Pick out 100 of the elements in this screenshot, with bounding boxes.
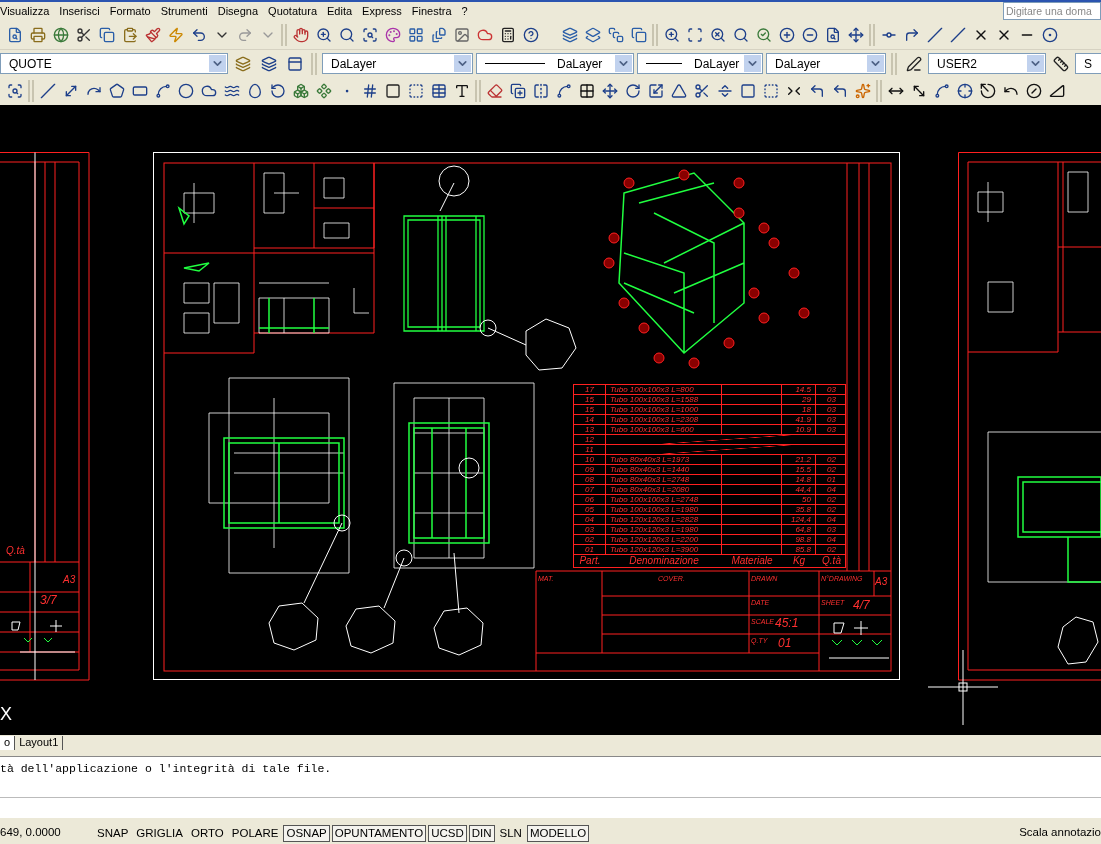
- part-weight: 14.5: [782, 385, 816, 395]
- part-quantity: 04: [826, 515, 837, 525]
- command-history-line: tà dell'applicazione o l'integrità di tale file.: [0, 761, 333, 777]
- part-number: 08: [574, 475, 606, 485]
- toolbar-grip[interactable]: [876, 80, 882, 102]
- part-number: 15: [574, 395, 606, 405]
- part-number: 02: [574, 535, 606, 545]
- status-toggle[interactable]: MODELLO: [526, 824, 590, 842]
- caret-icon: [744, 55, 761, 72]
- dimension-style-dropdown[interactable]: S: [1075, 53, 1101, 74]
- linetype-dropdown[interactable]: DaLayer: [476, 53, 634, 74]
- status-toggle[interactable]: GRIGLIA: [133, 824, 186, 842]
- color-dropdown[interactable]: DaLayer: [322, 53, 473, 74]
- part-weight: 21.2: [782, 455, 816, 465]
- status-toggle[interactable]: POLARE: [228, 824, 282, 842]
- toolbar-grip[interactable]: [311, 52, 317, 75]
- sheet-value: 3/7: [40, 592, 57, 609]
- menu-item[interactable]: Strumenti: [160, 2, 208, 20]
- part-description: Tubo 80x40x3 L=2748: [606, 475, 722, 485]
- part-description: Tubo 100x100x3 L=600: [606, 425, 722, 435]
- menu-item[interactable]: Disegna: [217, 2, 259, 20]
- menu-item[interactable]: Formato: [109, 2, 151, 20]
- part-quantity: 03: [826, 385, 837, 395]
- part-weight: 10.9: [782, 425, 816, 435]
- help-search-field[interactable]: Digitare una doma: [1003, 2, 1101, 20]
- column-header: Q.tà: [6, 544, 25, 558]
- part-number: 14: [574, 415, 606, 425]
- part-quantity: 04: [826, 485, 837, 495]
- part-number: 10: [574, 455, 606, 465]
- part-weight: 44,4: [782, 485, 816, 495]
- part-quantity: 02: [826, 545, 837, 555]
- toolbar-grip[interactable]: [281, 23, 287, 46]
- part-number: 07: [574, 485, 606, 495]
- part-number: 17: [574, 385, 606, 395]
- part-weight: 29: [782, 395, 816, 405]
- part-number: 09: [574, 465, 606, 475]
- part-quantity: 04: [826, 535, 837, 545]
- column-header: Materiale: [730, 555, 774, 567]
- part-number: 05: [574, 505, 606, 515]
- part-quantity: 03: [826, 405, 837, 415]
- part-number: 06: [574, 495, 606, 505]
- status-toggle[interactable]: UCSD: [428, 824, 467, 842]
- status-toggle[interactable]: OPUNTAMENTO: [331, 824, 427, 842]
- plot-style-dropdown[interactable]: DaLayer: [766, 53, 886, 74]
- column-header: Denominazione: [628, 555, 700, 567]
- toolbar-grip[interactable]: [869, 23, 875, 46]
- part-weight: 18: [782, 405, 816, 415]
- part-quantity: 02: [826, 455, 837, 465]
- caret-icon: [867, 55, 884, 72]
- column-header: Kg: [791, 555, 807, 567]
- part-weight: 85.8: [782, 545, 816, 555]
- part-weight: 50: [782, 495, 816, 505]
- menu-item[interactable]: Finestra: [411, 2, 452, 20]
- part-description: Tubo 80x40x3 L=1440: [606, 465, 722, 475]
- ucs-axis-label: X: [0, 703, 12, 726]
- menu-item[interactable]: Inserisci: [59, 2, 100, 20]
- part-quantity: 02: [826, 495, 837, 505]
- format-value: A3: [875, 575, 888, 589]
- scale-value: 45:1: [775, 615, 799, 632]
- part-weight: 14.8: [782, 475, 816, 485]
- part-quantity: 03: [826, 425, 837, 435]
- part-number: 04: [574, 515, 606, 525]
- text-style-dropdown[interactable]: USER2: [928, 53, 1046, 74]
- part-number: 13: [574, 425, 606, 435]
- status-toggle[interactable]: SNAP: [94, 824, 132, 842]
- part-description: Tubo 100x100x3 L=2308: [606, 415, 722, 425]
- menu-item[interactable]: ?: [461, 2, 468, 20]
- menu-item[interactable]: Express: [362, 2, 402, 20]
- status-toggle[interactable]: OSNAP: [283, 824, 330, 842]
- part-number: 11: [574, 445, 606, 455]
- part-weight: 41.9: [782, 415, 816, 425]
- column-header: Q.tà: [821, 555, 842, 567]
- part-number: 12: [574, 435, 606, 445]
- menu-item[interactable]: Edita: [327, 2, 353, 20]
- menu-item[interactable]: Quotatura: [268, 2, 317, 20]
- part-description: Tubo 100x100x3 L=2748: [606, 495, 722, 505]
- menu-item[interactable]: Visualizza: [0, 2, 50, 20]
- caret-icon: [454, 55, 471, 72]
- toolbar-grip[interactable]: [28, 80, 34, 102]
- toolbar-grip[interactable]: [475, 80, 481, 102]
- part-description: Tubo 100x100x3 L=1980: [606, 505, 722, 515]
- lineweight-dropdown[interactable]: DaLayer: [637, 53, 763, 74]
- part-quantity: 03: [826, 415, 837, 425]
- part-quantity: 02: [826, 465, 837, 475]
- toolbar-grip[interactable]: [652, 23, 658, 46]
- layer-dropdown[interactable]: QUOTE: [0, 53, 228, 74]
- part-weight: 98.8: [782, 535, 816, 545]
- part-quantity: 02: [826, 505, 837, 515]
- sheet-value: 4/7: [853, 597, 870, 614]
- column-header: Part.: [578, 555, 602, 567]
- caret-icon: [1027, 55, 1044, 72]
- status-toggle[interactable]: SLN: [496, 824, 525, 842]
- part-description: Tubo 80x40x3 L=1973: [606, 455, 722, 465]
- part-weight: 35.8: [782, 505, 816, 515]
- part-number: 15: [574, 405, 606, 415]
- status-toggle[interactable]: ORTO: [188, 824, 227, 842]
- status-toggle[interactable]: DIN: [468, 824, 495, 842]
- part-quantity: 03: [826, 525, 837, 535]
- layout-tab[interactable]: o: [0, 736, 16, 750]
- toolbar-grip[interactable]: [891, 52, 897, 75]
